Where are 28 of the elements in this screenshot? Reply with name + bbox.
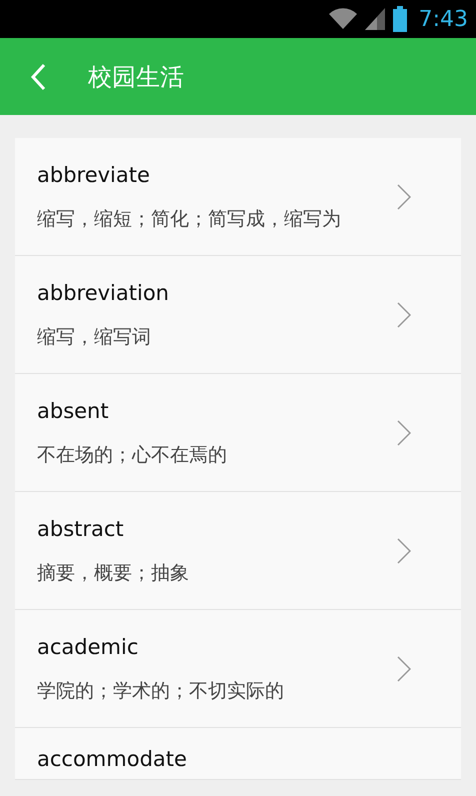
word-text: academic [37,634,140,660]
word-text: absent [37,398,110,424]
word-text: abstract [37,516,125,542]
chevron-right-icon [397,184,411,210]
word-meaning: 不在场的；心不在焉的 [37,443,228,468]
word-row[interactable]: academic 学院的；学术的；不切实际的 [15,610,461,728]
status-time: 7:43 [418,6,468,34]
word-meaning: 缩写，缩写词 [37,325,152,350]
wifi-icon [328,8,357,30]
chevron-right-icon [397,302,411,328]
word-meaning: 学院的；学术的；不切实际的 [37,679,285,704]
word-row[interactable]: accommodate [15,728,461,780]
word-text: abbreviate [37,162,151,188]
word-meaning: 缩写，缩短；简化；简写成，缩写为 [37,207,342,232]
word-text: abbreviation [37,280,170,306]
chevron-right-icon [397,538,411,564]
signal-icon [364,8,385,30]
word-text: accommodate [37,746,188,772]
chevron-right-icon [397,656,411,682]
word-meaning: 摘要，概要；抽象 [37,561,190,586]
word-row[interactable]: abstract 摘要，概要；抽象 [15,492,461,610]
word-row[interactable]: absent 不在场的；心不在焉的 [15,374,461,492]
battery-icon [392,6,407,32]
chevron-right-icon [397,420,411,446]
word-row[interactable]: abbreviation 缩写，缩写词 [15,256,461,374]
word-row[interactable]: abbreviate 缩写，缩短；简化；简写成，缩写为 [15,138,461,256]
back-icon [30,62,46,90]
header-title: 校园生活 [88,62,184,92]
